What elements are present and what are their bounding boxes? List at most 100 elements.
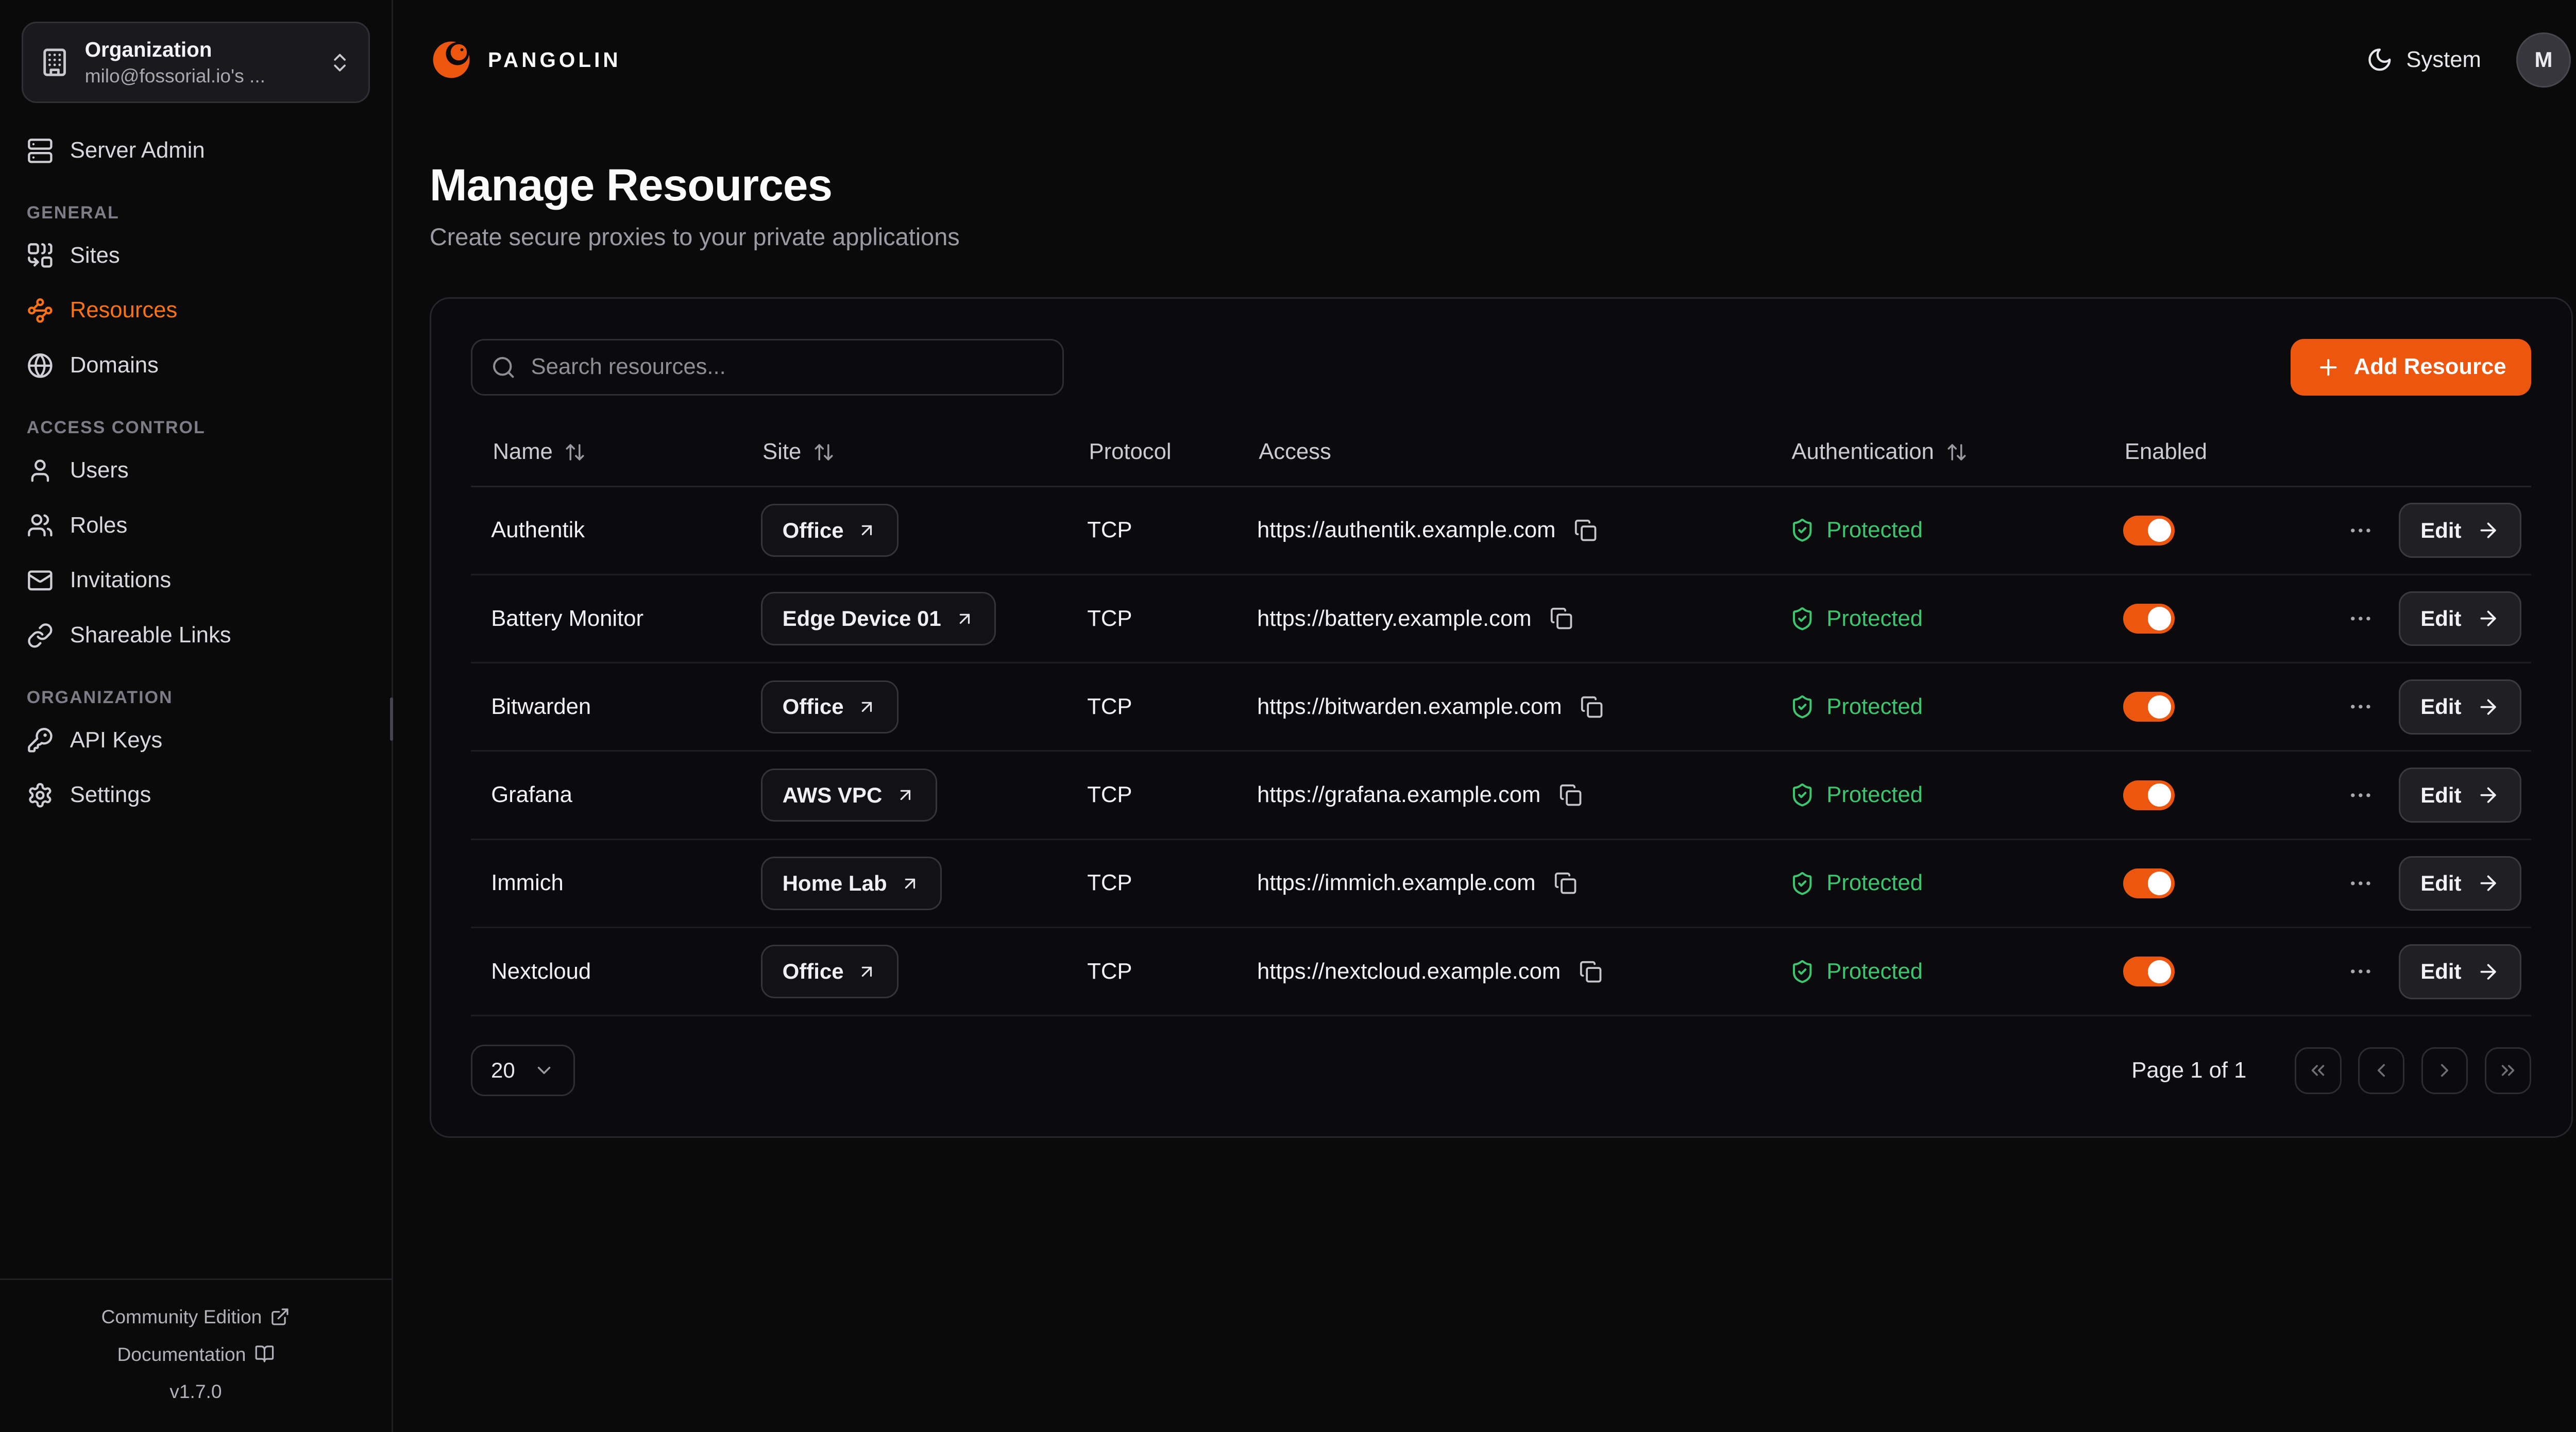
sidebar-item-roles[interactable]: Roles [22,498,370,553]
enabled-toggle[interactable] [2123,692,2175,722]
copy-url-button[interactable] [1551,868,1581,898]
book-icon [255,1344,275,1364]
avatar[interactable]: M [2516,32,2571,88]
chevron-right-icon [2434,1060,2455,1081]
site-name: Office [783,518,844,543]
avatar-initial: M [2535,47,2553,72]
documentation-link[interactable]: Documentation [0,1336,392,1373]
table-row: Nextcloud Office TCP https://nextcloud.e… [471,928,2531,1016]
row-menu-button[interactable] [2344,867,2378,900]
sort-icon [564,441,586,463]
add-resource-button[interactable]: Add Resource [2291,339,2531,396]
row-menu-button[interactable] [2344,602,2378,636]
scrollbar-thumb[interactable] [390,697,393,741]
org-subtitle: milo@fossorial.io's ... [85,65,314,87]
row-menu-button[interactable] [2344,778,2378,812]
edit-button[interactable]: Edit [2399,944,2521,999]
site-link-button[interactable]: Office [761,680,899,734]
column-header-site[interactable]: Site [741,439,1067,465]
brand[interactable]: PANGOLIN [430,38,621,81]
user-icon [27,457,54,484]
table-row: Bitwarden Office TCP https://bitwarden.e… [471,663,2531,752]
section-items: Sites Resources Domains [22,228,370,393]
enabled-toggle[interactable] [2123,868,2175,898]
column-header-name[interactable]: Name [471,439,741,465]
edit-button[interactable]: Edit [2399,503,2521,558]
row-menu-button[interactable] [2344,514,2378,547]
edit-label: Edit [2420,783,2461,808]
sidebar-item-shareable-links[interactable]: Shareable Links [22,608,370,663]
section-label: ORGANIZATION [27,688,370,708]
last-page-button[interactable] [2485,1047,2531,1094]
search-input[interactable] [531,354,1044,380]
resource-name: Battery Monitor [471,606,741,632]
copy-url-button[interactable] [1547,604,1577,634]
resource-name: Immich [471,871,741,896]
sidebar-item-users[interactable]: Users [22,443,370,498]
resource-url: https://authentik.example.com [1257,518,1556,543]
section-label: ACCESS CONTROL [27,418,370,438]
arrow-up-right-icon [857,697,877,717]
site-link-button[interactable]: Edge Device 01 [761,592,996,645]
column-header-authentication[interactable]: Authentication [1770,439,2103,465]
sidebar-item-sites[interactable]: Sites [22,228,370,283]
table-row: Battery Monitor Edge Device 01 TCP https… [471,575,2531,663]
edit-button[interactable]: Edit [2399,856,2521,911]
copy-url-button[interactable] [1575,957,1605,986]
theme-toggle[interactable]: System [2366,46,2481,73]
link-icon [27,622,54,649]
enabled-toggle[interactable] [2123,516,2175,545]
first-page-button[interactable] [2295,1047,2341,1094]
sidebar-item-resources[interactable]: Resources [22,283,370,338]
enabled-toggle[interactable] [2123,604,2175,634]
search-box[interactable] [471,339,1064,396]
shield-check-icon [1790,782,1815,807]
edit-button[interactable]: Edit [2399,679,2521,735]
auth-status: Protected [1826,782,1923,808]
sidebar-item-server-admin[interactable]: Server Admin [22,123,370,178]
row-menu-button[interactable] [2344,690,2378,724]
page-size-select[interactable]: 20 [471,1045,574,1096]
org-switcher[interactable]: Organization milo@fossorial.io's ... [22,22,370,103]
copy-url-button[interactable] [1571,516,1601,545]
enabled-toggle[interactable] [2123,957,2175,986]
community-edition-link[interactable]: Community Edition [0,1298,392,1335]
chevrons-left-icon [2307,1060,2329,1081]
enabled-toggle[interactable] [2123,780,2175,810]
users-icon [27,512,54,539]
chevrons-up-down-icon [328,51,351,74]
copy-url-button[interactable] [1555,780,1585,810]
chevron-down-icon [533,1060,555,1081]
resource-url: https://immich.example.com [1257,871,1536,896]
auth-status: Protected [1826,606,1923,632]
site-link-button[interactable]: Office [761,504,899,557]
toggle-knob [2148,695,2171,719]
plus-icon [2316,355,2341,380]
resource-name: Bitwarden [471,694,741,720]
toggle-knob [2148,783,2171,807]
site-link-button[interactable]: Home Lab [761,857,942,910]
column-header-protocol: Protocol [1067,439,1238,465]
toggle-knob [2148,872,2171,895]
resource-protocol: TCP [1067,694,1238,720]
shield-check-icon [1790,606,1815,631]
edit-button[interactable]: Edit [2399,591,2521,646]
sidebar-item-settings[interactable]: Settings [22,768,370,823]
sidebar-item-domains[interactable]: Domains [22,338,370,393]
edit-button[interactable]: Edit [2399,768,2521,823]
copy-url-button[interactable] [1577,692,1607,722]
column-header-enabled: Enabled [2103,439,2269,465]
sidebar-item-api-keys[interactable]: API Keys [22,713,370,768]
row-menu-button[interactable] [2344,955,2378,988]
prev-page-button[interactable] [2358,1047,2404,1094]
resource-url: https://nextcloud.example.com [1257,959,1561,984]
column-label: Protocol [1089,439,1172,465]
site-link-button[interactable]: AWS VPC [761,769,937,822]
nav-item-label: Resources [70,298,178,323]
sidebar-item-invitations[interactable]: Invitations [22,553,370,608]
site-link-button[interactable]: Office [761,945,899,998]
next-page-button[interactable] [2421,1047,2468,1094]
column-label: Access [1259,439,1331,465]
theme-label: System [2406,47,2481,73]
external-link-icon [270,1307,290,1327]
